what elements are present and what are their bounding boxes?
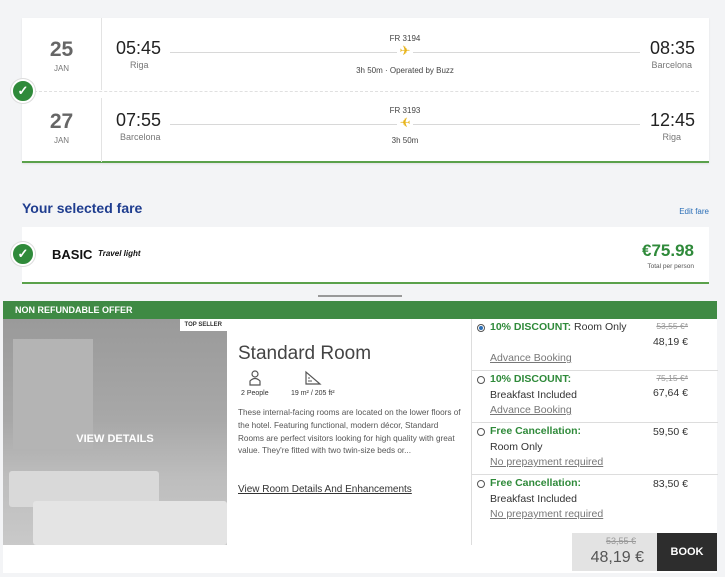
fare-price: €75.98: [642, 241, 694, 260]
return-month: JAN: [53, 136, 70, 145]
amenity-room-size-label: 19 m² / 205 ft²: [291, 390, 335, 397]
section-divider: [318, 295, 402, 297]
rate-option-link[interactable]: No prepayment required: [490, 456, 603, 468]
amenity-room-size: 19 m² / 205 ft²: [291, 370, 335, 397]
return-departure-time: 07:55: [116, 110, 162, 130]
amenity-people-label: 2 People: [241, 390, 269, 397]
rate-option-link[interactable]: No prepayment required: [490, 508, 603, 520]
top-seller-badge: TOP SELLER: [179, 319, 227, 331]
rate-option-title: Free Cancellation:: [490, 477, 582, 489]
return-arrival-time: 12:45: [649, 110, 695, 130]
rate-option[interactable]: Free Cancellation: Room Only No prepaymen…: [472, 423, 718, 475]
outbound-flight-info: 3h 50m · Operated by Buzz: [356, 66, 454, 75]
rate-radio[interactable]: [477, 480, 485, 488]
rate-option-title: Free Cancellation:: [490, 425, 582, 437]
amenity-people: 2 People: [241, 370, 269, 397]
outbound-departure-city: Riga: [130, 60, 149, 70]
selected-fare-card: BASIC Travel light €75.98 Total per pers…: [22, 227, 709, 284]
edit-fare-link[interactable]: Edit fare: [679, 207, 709, 216]
outbound-day: 25: [49, 38, 74, 61]
fare-name: BASIC: [52, 247, 93, 262]
total-price-box: 53,55 € 48,19 €: [572, 533, 658, 571]
offer-header: NON REFUNDABLE OFFER: [3, 301, 717, 319]
photo-bed: [33, 501, 227, 545]
return-arrival-city: Riga: [662, 132, 681, 142]
total-price: 48,19 €: [590, 549, 644, 566]
rate-option-price: 59,50 €: [652, 426, 688, 438]
rate-radio[interactable]: [477, 324, 485, 332]
outbound-arrival-city: Barcelona: [651, 60, 692, 70]
rate-option-name: Free Cancellation: Breakfast Included: [490, 476, 630, 507]
return-flight-info: 3h 50m: [391, 136, 419, 145]
room-size-icon: [291, 370, 335, 390]
rate-option-subtitle: Breakfast Included: [490, 388, 577, 401]
leg-divider: [34, 91, 699, 92]
rate-option[interactable]: 10% DISCOUNT: Breakfast Included Advance …: [472, 371, 718, 423]
rate-option-old-price: 75,15 €*: [656, 373, 688, 383]
return-date: 27 JAN: [22, 98, 102, 162]
book-button[interactable]: BOOK: [657, 533, 717, 571]
outbound-flight-number: FR 3194: [389, 34, 421, 43]
plane-icon: ✈: [397, 115, 413, 130]
return-departure-city: Barcelona: [120, 132, 161, 142]
room-photo[interactable]: TOP SELLER VIEW DETAILS: [3, 319, 227, 545]
outbound-date: 25 JAN: [22, 18, 102, 90]
room-details-link[interactable]: View Room Details And Enhancements: [238, 484, 412, 495]
rate-options: 10% DISCOUNT: Room Only Advance Booking …: [471, 319, 718, 545]
rate-option-subtitle: Room Only: [571, 321, 627, 333]
return-flight: 27 JAN 07:55 Barcelona FR 3193 ✈ 3h 50m …: [22, 98, 709, 162]
rate-option-link[interactable]: Advance Booking: [490, 352, 572, 364]
check-icon: ✓: [11, 242, 35, 266]
rate-option[interactable]: Free Cancellation: Breakfast Included No …: [472, 475, 718, 527]
rate-option-name: 10% DISCOUNT: Room Only: [490, 320, 630, 336]
flight-summary-card: 25 JAN 05:45 Riga FR 3194 ✈ 3h 50m · Ope…: [22, 18, 709, 163]
return-day: 27: [49, 110, 74, 133]
fare-section-title: Your selected fare: [22, 200, 143, 216]
rate-radio[interactable]: [477, 428, 485, 436]
rate-option-price: 83,50 €: [652, 478, 688, 490]
room-title: Standard Room: [238, 343, 372, 364]
rate-option-subtitle: Room Only: [490, 440, 543, 453]
rate-option-price: 48,19 €: [652, 336, 688, 348]
rate-option-title: 10% DISCOUNT:: [490, 373, 572, 385]
view-details-button[interactable]: VIEW DETAILS: [3, 433, 227, 445]
outbound-arrival-time: 08:35: [649, 38, 695, 58]
hotel-offer: NON REFUNDABLE OFFER TOP SELLER VIEW DET…: [3, 301, 718, 573]
person-icon: [241, 370, 269, 390]
rate-option[interactable]: 10% DISCOUNT: Room Only Advance Booking …: [472, 319, 718, 371]
rate-option-subtitle: Breakfast Included: [490, 492, 577, 505]
outbound-month: JAN: [53, 64, 70, 73]
plane-icon: ✈: [397, 44, 413, 57]
outbound-departure-time: 05:45: [116, 38, 162, 58]
rate-option-name: 10% DISCOUNT: Breakfast Included: [490, 372, 630, 403]
fare-price-note: Total per person: [647, 263, 694, 270]
check-icon: ✓: [11, 79, 35, 103]
return-flight-number: FR 3193: [389, 106, 421, 115]
rate-option-name: Free Cancellation: Room Only: [490, 424, 630, 455]
rate-option-price: 67,64 €: [652, 387, 688, 399]
rate-option-link[interactable]: Advance Booking: [490, 404, 572, 416]
room-description: These internal-facing rooms are located …: [238, 408, 461, 456]
outbound-flight: 25 JAN 05:45 Riga FR 3194 ✈ 3h 50m · Ope…: [22, 18, 709, 90]
rate-option-old-price: 53,55 €*: [656, 321, 688, 331]
rate-option-title: 10% DISCOUNT:: [490, 321, 572, 333]
rate-radio[interactable]: [477, 376, 485, 384]
total-old-price: 53,55 €: [605, 536, 636, 546]
fare-subtitle: Travel light: [98, 249, 141, 258]
